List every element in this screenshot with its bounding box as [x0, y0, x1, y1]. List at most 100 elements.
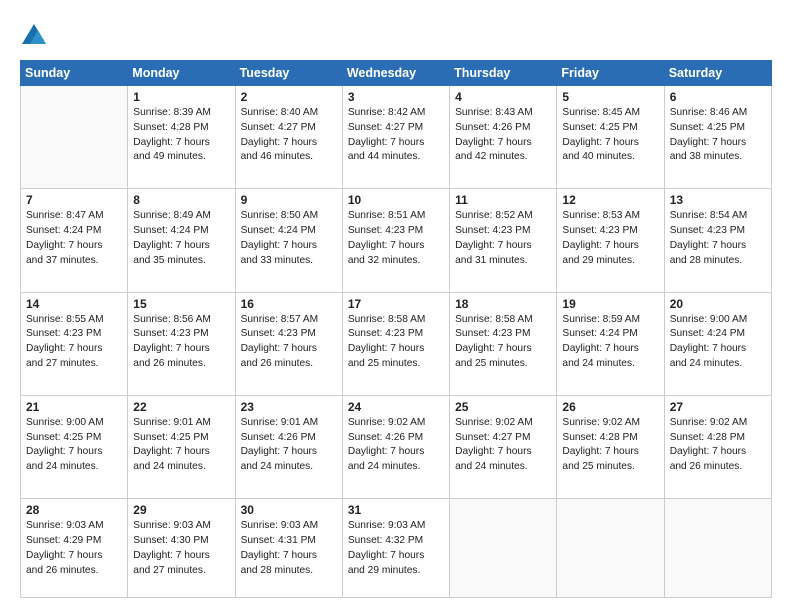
logo-icon	[20, 22, 48, 50]
calendar-day-cell	[557, 499, 664, 598]
calendar-day-cell: 4Sunrise: 8:43 AM Sunset: 4:26 PM Daylig…	[450, 86, 557, 189]
day-info: Sunrise: 9:03 AM Sunset: 4:29 PM Dayligh…	[26, 519, 122, 578]
calendar-day-cell: 16 Sunrise: 8:57 AM Sunset: 4:23 PM Dayli…	[235, 292, 342, 395]
day-number: 6	[670, 90, 766, 104]
calendar-day-cell: 18 Sunrise: 8:58 AM Sunset: 4:23 PM Dayli…	[450, 292, 557, 395]
day-number: 7	[26, 193, 122, 207]
day-info: Sunrise: 9:02 AM Sunset: 4:28 PM Dayligh…	[670, 416, 766, 475]
calendar-day-cell: 20 Sunrise: 9:00 AM Sunset: 4:24 PM Dayli…	[664, 292, 771, 395]
calendar-day-cell: 10 Sunrise: 8:51 AM Sunset: 4:23 PM Dayli…	[342, 189, 449, 292]
day-number: 27	[670, 400, 766, 414]
calendar-day-cell: 6 Sunrise: 8:46 AM Sunset: 4:25 PM Daylig…	[664, 86, 771, 189]
calendar-day-cell: 21 Sunrise: 9:00 AM Sunset: 4:25 PM Dayli…	[21, 395, 128, 498]
day-info: Sunrise: 8:42 AM Sunset: 4:27 PM Dayligh…	[348, 106, 444, 165]
day-info: Sunrise: 9:00 AM Sunset: 4:25 PM Dayligh…	[26, 416, 122, 475]
calendar-week-row: 14 Sunrise: 8:55 AM Sunset: 4:23 PM Dayli…	[21, 292, 772, 395]
calendar-day-cell: 25 Sunrise: 9:02 AM Sunset: 4:27 PM Dayli…	[450, 395, 557, 498]
day-info: Sunrise: 8:55 AM Sunset: 4:23 PM Dayligh…	[26, 313, 122, 372]
day-number: 16	[241, 297, 337, 311]
calendar-day-cell: 14 Sunrise: 8:55 AM Sunset: 4:23 PM Dayli…	[21, 292, 128, 395]
day-info: Sunrise: 8:59 AM Sunset: 4:24 PM Dayligh…	[562, 313, 658, 372]
day-number: 9	[241, 193, 337, 207]
calendar-day-cell: 12 Sunrise: 8:53 AM Sunset: 4:23 PM Dayli…	[557, 189, 664, 292]
day-number: 31	[348, 503, 444, 517]
day-number: 23	[241, 400, 337, 414]
calendar-day-cell	[21, 86, 128, 189]
logo	[20, 22, 52, 50]
day-info: Sunrise: 8:58 AM Sunset: 4:23 PM Dayligh…	[455, 313, 551, 372]
calendar-day-cell: 3 Sunrise: 8:42 AM Sunset: 4:27 PM Daylig…	[342, 86, 449, 189]
day-info: Sunrise: 8:46 AM Sunset: 4:25 PM Dayligh…	[670, 106, 766, 165]
calendar-day-cell: 19 Sunrise: 8:59 AM Sunset: 4:24 PM Dayli…	[557, 292, 664, 395]
day-number: 8	[133, 193, 229, 207]
day-info: Sunrise: 8:58 AM Sunset: 4:23 PM Dayligh…	[348, 313, 444, 372]
calendar-day-cell	[450, 499, 557, 598]
day-header-tuesday: Tuesday	[235, 61, 342, 86]
day-header-saturday: Saturday	[664, 61, 771, 86]
day-number: 24	[348, 400, 444, 414]
day-info: Sunrise: 9:03 AM Sunset: 4:31 PM Dayligh…	[241, 519, 337, 578]
day-number: 14	[26, 297, 122, 311]
day-number: 30	[241, 503, 337, 517]
calendar-day-cell: 26 Sunrise: 9:02 AM Sunset: 4:28 PM Dayli…	[557, 395, 664, 498]
day-header-monday: Monday	[128, 61, 235, 86]
day-number: 28	[26, 503, 122, 517]
day-info: Sunrise: 8:39 AM Sunset: 4:28 PM Dayligh…	[133, 106, 229, 165]
calendar-day-cell: 29 Sunrise: 9:03 AM Sunset: 4:30 PM Dayli…	[128, 499, 235, 598]
day-header-friday: Friday	[557, 61, 664, 86]
day-number: 3	[348, 90, 444, 104]
day-number: 21	[26, 400, 122, 414]
calendar-day-cell: 1Sunrise: 8:39 AM Sunset: 4:28 PM Daylig…	[128, 86, 235, 189]
day-info: Sunrise: 8:57 AM Sunset: 4:23 PM Dayligh…	[241, 313, 337, 372]
day-number: 26	[562, 400, 658, 414]
day-info: Sunrise: 9:02 AM Sunset: 4:27 PM Dayligh…	[455, 416, 551, 475]
calendar-day-cell: 5Sunrise: 8:45 AM Sunset: 4:25 PM Daylig…	[557, 86, 664, 189]
calendar-day-cell: 31 Sunrise: 9:03 AM Sunset: 4:32 PM Dayli…	[342, 499, 449, 598]
day-info: Sunrise: 8:50 AM Sunset: 4:24 PM Dayligh…	[241, 209, 337, 268]
day-number: 12	[562, 193, 658, 207]
day-number: 22	[133, 400, 229, 414]
day-info: Sunrise: 8:53 AM Sunset: 4:23 PM Dayligh…	[562, 209, 658, 268]
day-info: Sunrise: 9:01 AM Sunset: 4:26 PM Dayligh…	[241, 416, 337, 475]
calendar-day-cell: 13Sunrise: 8:54 AM Sunset: 4:23 PM Dayli…	[664, 189, 771, 292]
day-info: Sunrise: 9:02 AM Sunset: 4:26 PM Dayligh…	[348, 416, 444, 475]
day-number: 15	[133, 297, 229, 311]
day-info: Sunrise: 8:43 AM Sunset: 4:26 PM Dayligh…	[455, 106, 551, 165]
day-info: Sunrise: 8:56 AM Sunset: 4:23 PM Dayligh…	[133, 313, 229, 372]
day-number: 29	[133, 503, 229, 517]
day-info: Sunrise: 8:45 AM Sunset: 4:25 PM Dayligh…	[562, 106, 658, 165]
day-header-wednesday: Wednesday	[342, 61, 449, 86]
day-header-thursday: Thursday	[450, 61, 557, 86]
calendar-day-cell: 30 Sunrise: 9:03 AM Sunset: 4:31 PM Dayli…	[235, 499, 342, 598]
day-info: Sunrise: 9:00 AM Sunset: 4:24 PM Dayligh…	[670, 313, 766, 372]
calendar-day-cell: 28 Sunrise: 9:03 AM Sunset: 4:29 PM Dayli…	[21, 499, 128, 598]
day-info: Sunrise: 9:03 AM Sunset: 4:32 PM Dayligh…	[348, 519, 444, 578]
day-number: 13	[670, 193, 766, 207]
calendar-day-cell: 11Sunrise: 8:52 AM Sunset: 4:23 PM Dayli…	[450, 189, 557, 292]
calendar-week-row: 7Sunrise: 8:47 AM Sunset: 4:24 PM Daylig…	[21, 189, 772, 292]
day-number: 19	[562, 297, 658, 311]
calendar-day-cell: 2 Sunrise: 8:40 AM Sunset: 4:27 PM Daylig…	[235, 86, 342, 189]
calendar-header-row: SundayMondayTuesdayWednesdayThursdayFrid…	[21, 61, 772, 86]
day-number: 25	[455, 400, 551, 414]
day-header-sunday: Sunday	[21, 61, 128, 86]
day-info: Sunrise: 9:03 AM Sunset: 4:30 PM Dayligh…	[133, 519, 229, 578]
day-info: Sunrise: 8:40 AM Sunset: 4:27 PM Dayligh…	[241, 106, 337, 165]
day-info: Sunrise: 9:02 AM Sunset: 4:28 PM Dayligh…	[562, 416, 658, 475]
page: SundayMondayTuesdayWednesdayThursdayFrid…	[0, 0, 792, 612]
day-number: 10	[348, 193, 444, 207]
calendar-day-cell: 27 Sunrise: 9:02 AM Sunset: 4:28 PM Dayli…	[664, 395, 771, 498]
calendar-day-cell: 23 Sunrise: 9:01 AM Sunset: 4:26 PM Dayli…	[235, 395, 342, 498]
day-info: Sunrise: 9:01 AM Sunset: 4:25 PM Dayligh…	[133, 416, 229, 475]
calendar-day-cell: 22 Sunrise: 9:01 AM Sunset: 4:25 PM Dayli…	[128, 395, 235, 498]
day-number: 2	[241, 90, 337, 104]
calendar-day-cell: 17Sunrise: 8:58 AM Sunset: 4:23 PM Dayli…	[342, 292, 449, 395]
calendar-day-cell: 7Sunrise: 8:47 AM Sunset: 4:24 PM Daylig…	[21, 189, 128, 292]
day-info: Sunrise: 8:49 AM Sunset: 4:24 PM Dayligh…	[133, 209, 229, 268]
day-info: Sunrise: 8:51 AM Sunset: 4:23 PM Dayligh…	[348, 209, 444, 268]
day-number: 18	[455, 297, 551, 311]
calendar-week-row: 28 Sunrise: 9:03 AM Sunset: 4:29 PM Dayli…	[21, 499, 772, 598]
calendar-day-cell: 24 Sunrise: 9:02 AM Sunset: 4:26 PM Dayli…	[342, 395, 449, 498]
day-number: 20	[670, 297, 766, 311]
day-number: 11	[455, 193, 551, 207]
